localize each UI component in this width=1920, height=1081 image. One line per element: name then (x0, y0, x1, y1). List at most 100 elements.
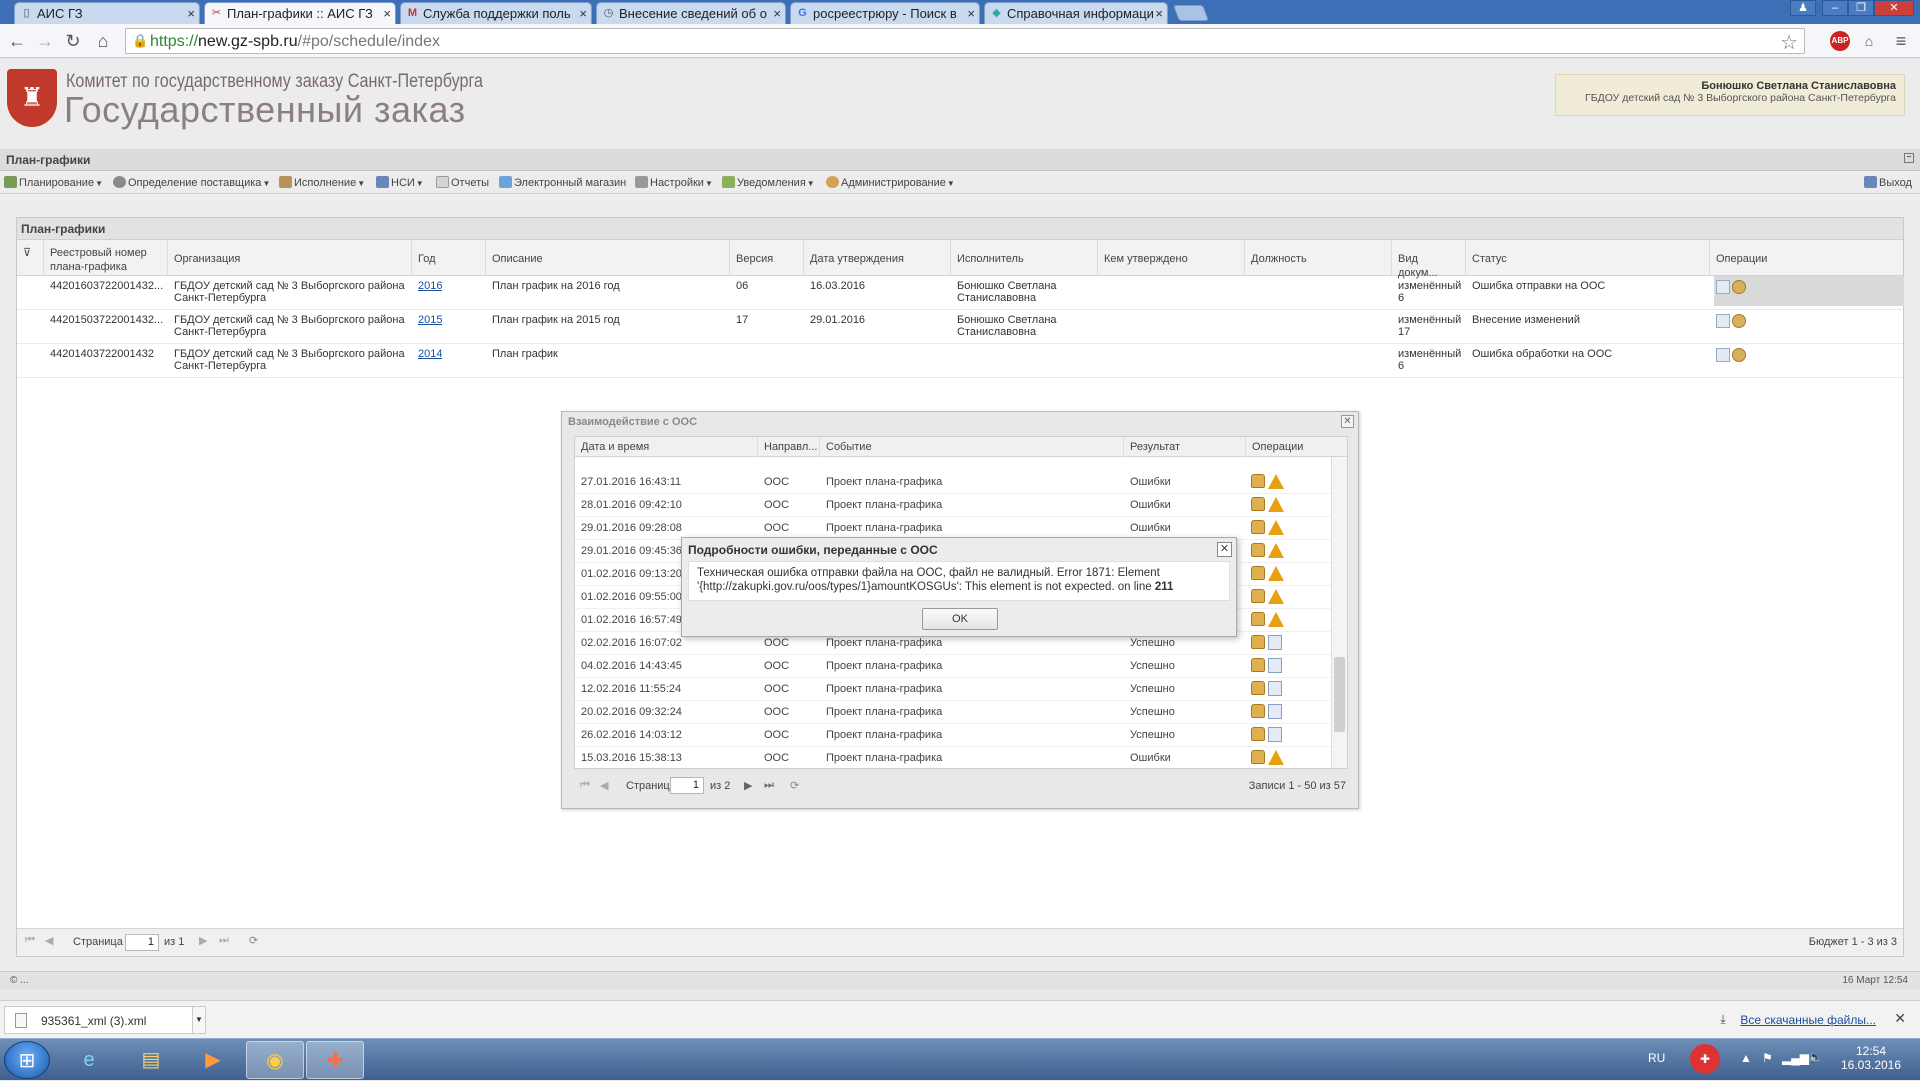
col-year[interactable]: Год (412, 240, 486, 276)
last-page-icon[interactable]: ⏭ (219, 934, 229, 947)
document-icon[interactable] (1268, 658, 1282, 673)
warning-icon[interactable] (1268, 589, 1284, 604)
col-position[interactable]: Должность (1245, 240, 1392, 276)
list-item[interactable]: 12.02.2016 11:55:24 ООС Проект плана-графи… (575, 678, 1331, 701)
language-indicator[interactable]: RU (1648, 1051, 1665, 1065)
warning-icon[interactable] (1268, 750, 1284, 765)
clock[interactable]: 12:54 16.03.2016 (1838, 1044, 1904, 1072)
col-event[interactable]: Событие (820, 437, 1124, 457)
extension-icon[interactable]: ⌂ (1858, 30, 1880, 52)
menu-supplier[interactable]: Определение поставщика▼ (113, 176, 270, 189)
cell-year[interactable]: 2016 (418, 280, 442, 292)
list-item[interactable]: 28.01.2016 09:42:10 ООС Проект плана-графи… (575, 494, 1331, 517)
warning-icon[interactable] (1268, 497, 1284, 512)
package-icon[interactable] (1251, 497, 1265, 511)
refresh-icon[interactable]: ⟳ (790, 779, 799, 792)
list-item[interactable]: 20.02.2016 09:32:24 ООС Проект плана-графи… (575, 701, 1331, 724)
prev-page-icon[interactable]: ◀ (600, 779, 608, 792)
browser-tab-info[interactable]: ◷ Внесение сведений об о × (596, 2, 786, 24)
col-approved-by[interactable]: Кем утверждено (1098, 240, 1245, 276)
bookmark-star-icon[interactable]: ☆ (1780, 30, 1798, 55)
col-doc-kind[interactable]: Вид докум... (1392, 240, 1466, 279)
chrome-icon[interactable]: ◉ (246, 1041, 304, 1079)
filter-icon[interactable]: ⊽ (17, 240, 44, 276)
list-item[interactable]: 27.01.2016 16:43:11 ООС Проект плана-графи… (575, 471, 1331, 494)
col-version[interactable]: Версия (730, 240, 804, 276)
cell-year[interactable]: 2015 (418, 314, 442, 326)
ie-icon[interactable]: e (60, 1041, 118, 1079)
close-window-button[interactable]: ✕ (1874, 0, 1914, 16)
first-page-icon[interactable]: ⏮ (25, 934, 35, 947)
warning-icon[interactable] (1268, 543, 1284, 558)
page-input[interactable]: 1 (125, 934, 159, 951)
scrollbar[interactable] (1331, 457, 1347, 768)
emblem-icon[interactable] (1732, 280, 1746, 294)
close-icon[interactable]: ✕ (1341, 415, 1354, 428)
package-icon[interactable] (1251, 520, 1265, 534)
reload-icon[interactable]: ↻ (62, 30, 84, 52)
download-item[interactable]: 935361_xml (3).xml ▼ (4, 1006, 206, 1034)
emblem-icon[interactable] (1732, 314, 1746, 328)
coat-of-arms-logo[interactable]: ♜ (7, 69, 57, 127)
media-player-icon[interactable]: ▶ (184, 1041, 242, 1079)
cell-year[interactable]: 2014 (418, 348, 442, 360)
restore-button[interactable]: ❐ (1848, 0, 1874, 16)
menu-reports[interactable]: Отчеты (436, 176, 489, 189)
list-item[interactable]: 26.02.2016 14:03:12 ООС Проект плана-графи… (575, 724, 1331, 747)
menu-settings[interactable]: Настройки▼ (635, 176, 713, 189)
menu-administration[interactable]: Администрирование▼ (826, 176, 955, 189)
next-page-icon[interactable]: ▶ (199, 934, 207, 947)
home-icon[interactable]: ⌂ (92, 30, 114, 52)
menu-notifications[interactable]: Уведомления▼ (722, 176, 815, 189)
browser-tab-plan-schedules[interactable]: ✂ План-графики :: АИС ГЗ × (204, 2, 396, 24)
document-icon[interactable] (1268, 727, 1282, 742)
year-link[interactable]: 2014 (418, 348, 442, 360)
document-icon[interactable] (1716, 280, 1730, 294)
list-item[interactable]: 04.02.2016 14:43:45 ООС Проект плана-графи… (575, 655, 1331, 678)
browser-tab-google[interactable]: Gросреестрюру - Поиск в × (790, 2, 980, 24)
explorer-icon[interactable]: ▤ (122, 1041, 180, 1079)
all-downloads-link[interactable]: ⤓ Все скачанные файлы... (1720, 1012, 1876, 1027)
antivirus-icon[interactable]: ✚ (1690, 1044, 1720, 1074)
document-icon[interactable] (1716, 314, 1730, 328)
col-reg-number[interactable]: Реестровый номер плана-графика (44, 240, 168, 276)
exit-button[interactable]: Выход (1864, 176, 1912, 189)
package-icon[interactable] (1251, 566, 1265, 580)
year-link[interactable]: 2016 (418, 280, 442, 292)
scroll-thumb[interactable] (1334, 657, 1345, 732)
refresh-icon[interactable]: ⟳ (249, 934, 258, 947)
menu-eshop[interactable]: Электронный магазин (499, 176, 626, 189)
close-tab-icon[interactable]: × (383, 6, 391, 21)
warning-icon[interactable] (1268, 474, 1284, 489)
ok-button[interactable]: OK (922, 608, 998, 630)
forward-icon[interactable]: → (34, 30, 56, 52)
adblock-icon[interactable]: ABP (1830, 31, 1850, 51)
address-bar[interactable]: 🔒 https://new.gz-spb.ru/#po/schedule/ind… (125, 28, 1805, 54)
next-page-icon[interactable]: ▶ (744, 779, 752, 792)
close-tab-icon[interactable]: × (579, 6, 587, 21)
col-executor[interactable]: Исполнитель (951, 240, 1098, 276)
table-row[interactable]: 44201603722001432... ГБДОУ детский сад №… (17, 276, 1904, 310)
warning-icon[interactable] (1268, 612, 1284, 627)
network-icon[interactable]: ▂▄▆ (1782, 1051, 1809, 1065)
col-description[interactable]: Описание (486, 240, 730, 276)
back-icon[interactable]: ← (6, 30, 28, 52)
close-tab-icon[interactable]: × (187, 6, 195, 21)
close-tab-icon[interactable]: × (773, 6, 781, 21)
menu-execution[interactable]: Исполнение▼ (279, 176, 365, 189)
close-icon[interactable]: ✕ (1894, 1010, 1906, 1027)
package-icon[interactable] (1251, 750, 1265, 764)
package-icon[interactable] (1251, 543, 1265, 557)
package-icon[interactable] (1251, 474, 1265, 488)
menu-icon[interactable]: ≡ (1890, 30, 1912, 52)
package-icon[interactable] (1251, 658, 1265, 672)
new-tab-button[interactable] (1173, 5, 1209, 21)
browser-tab-reference[interactable]: ◆ Справочная информаци × (984, 2, 1168, 24)
document-icon[interactable] (1268, 704, 1282, 719)
show-hidden-icons[interactable]: ▲ (1740, 1051, 1752, 1065)
minimize-button[interactable]: – (1822, 0, 1848, 16)
close-tab-icon[interactable]: × (1155, 6, 1163, 21)
col-datetime[interactable]: Дата и время (575, 437, 758, 457)
col-approval-date[interactable]: Дата утверждения (804, 240, 951, 276)
prev-page-icon[interactable]: ◀ (45, 934, 53, 947)
